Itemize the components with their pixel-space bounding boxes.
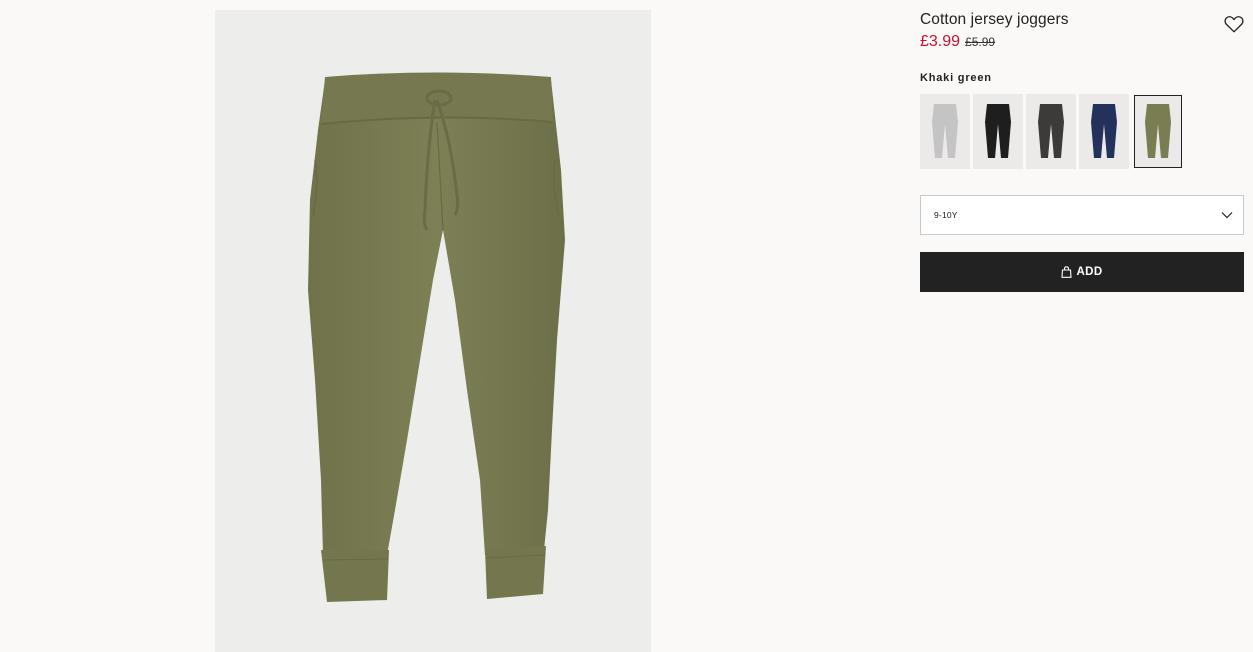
- swatch-pant-icon: [1038, 103, 1064, 158]
- price-row: £3.99 £5.99: [920, 31, 1244, 53]
- favorite-button[interactable]: [1223, 13, 1245, 35]
- swatch-pant-icon: [985, 103, 1011, 158]
- product-info-panel: Cotton jersey joggers £3.99 £5.99 Khaki …: [920, 10, 1244, 292]
- size-dropdown[interactable]: 9-10Y: [920, 195, 1244, 235]
- product-title: Cotton jersey joggers: [920, 11, 1069, 28]
- chevron-down-icon: [1221, 212, 1233, 219]
- color-swatches: [920, 94, 1244, 169]
- swatch-pant-icon: [1091, 103, 1117, 158]
- swatch-khaki-green[interactable]: [1134, 95, 1182, 168]
- product-main-image[interactable]: [215, 10, 651, 652]
- add-button-label: ADD: [1076, 266, 1103, 278]
- heart-icon: [1224, 16, 1244, 33]
- shopping-bag-icon: [1061, 266, 1073, 278]
- original-price: £5.99: [965, 35, 996, 49]
- swatch-pant-icon: [932, 103, 958, 158]
- khaki-joggers-illustration: [308, 72, 565, 602]
- size-selected-value: 9-10Y: [934, 210, 958, 220]
- sale-price: £3.99: [920, 33, 961, 50]
- swatch-black[interactable]: [973, 94, 1023, 169]
- selected-color-label: Khaki green: [920, 72, 992, 84]
- add-to-bag-button[interactable]: ADD: [920, 252, 1244, 292]
- swatch-navy-blue[interactable]: [1079, 94, 1129, 169]
- swatch-dark-grey[interactable]: [1026, 94, 1076, 169]
- swatch-light-grey[interactable]: [920, 94, 970, 169]
- swatch-pant-icon: [1145, 103, 1171, 158]
